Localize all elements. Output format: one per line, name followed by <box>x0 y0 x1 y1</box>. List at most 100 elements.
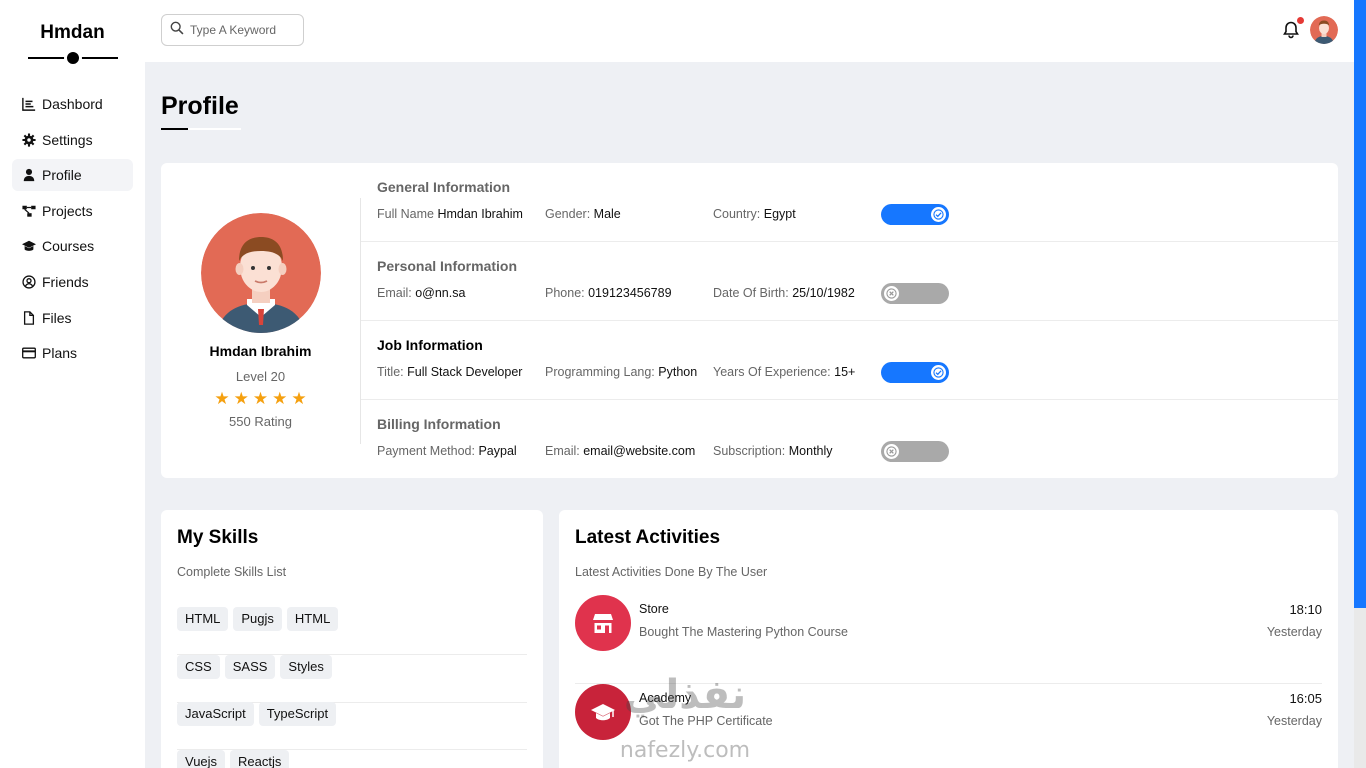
rating-count: 550 Rating <box>229 414 292 429</box>
skills-card: My Skills Complete Skills List HTML Pugj… <box>161 510 543 768</box>
user-icon <box>22 168 36 182</box>
sidebar-item-label: Projects <box>42 202 93 219</box>
activity-title: Store <box>639 602 669 616</box>
activity-day: Yesterday <box>1266 714 1322 728</box>
skill-tag: Reactjs <box>230 750 290 768</box>
skill-row: CSS SASS Styles <box>177 655 527 703</box>
billing-info-section: Billing Information Payment Method: Payp… <box>361 400 1338 479</box>
sidebar: Hmdan Dashbord Settings Profile Projects <box>0 0 145 768</box>
skill-tag: HTML <box>177 607 229 631</box>
star-icon: ★ <box>272 389 288 408</box>
info-field: Years Of Experience: 15+ <box>713 365 856 379</box>
credit-card-icon <box>22 346 36 360</box>
star-icon: ★ <box>291 389 307 408</box>
skill-tag: Vuejs <box>177 750 226 768</box>
search-icon <box>170 21 184 40</box>
section-title: General Information <box>377 179 511 195</box>
activity-title: Academy <box>639 691 692 705</box>
brand-divider <box>27 49 118 67</box>
section-title: Job Information <box>377 337 483 353</box>
user-circle-icon <box>22 275 36 289</box>
gear-icon <box>22 133 36 147</box>
skill-row: HTML Pugjs HTML <box>177 607 527 655</box>
activity-description: Got The PHP Certificate <box>639 714 773 728</box>
sidebar-item-label: Files <box>42 309 72 326</box>
sidebar-item-profile[interactable]: Profile <box>12 159 133 192</box>
info-field: Phone: 019123456789 <box>545 286 672 300</box>
check-icon <box>931 207 946 222</box>
skill-tag: SASS <box>224 655 276 679</box>
sidebar-item-label: Profile <box>42 167 82 184</box>
sidebar-item-label: Plans <box>42 345 78 362</box>
sidebar-item-friends[interactable]: Friends <box>12 266 133 298</box>
sidebar-item-settings[interactable]: Settings <box>12 124 133 156</box>
section-title: Personal Information <box>377 258 518 274</box>
personal-info-toggle[interactable] <box>881 283 949 304</box>
chart-line-icon <box>22 97 36 111</box>
info-field: Subscription: Monthly <box>713 444 833 458</box>
info-field: Gender: Male <box>545 207 621 221</box>
page-title: Profile <box>161 92 239 120</box>
search-box[interactable] <box>161 14 304 46</box>
graduation-cap-icon <box>22 239 36 253</box>
sidebar-item-label: Friends <box>42 273 89 290</box>
star-icon: ★ <box>233 389 249 408</box>
brand-title: Hmdan <box>40 22 105 43</box>
sidebar-item-label: Dashbord <box>42 96 103 112</box>
profile-name: Hmdan Ibrahim <box>209 343 312 359</box>
skill-row: JavaScript TypeScript <box>177 702 527 750</box>
avatar[interactable] <box>1310 16 1338 44</box>
close-icon <box>884 444 899 459</box>
graduation-cap-icon <box>575 684 631 740</box>
card-subtitle: Complete Skills List <box>177 565 287 579</box>
info-field: Country: Egypt <box>713 207 796 221</box>
skill-tag: JavaScript <box>177 702 254 726</box>
scrollbar-thumb[interactable] <box>1354 0 1366 608</box>
job-info-toggle[interactable] <box>881 362 949 383</box>
info-field: Title: Full Stack Developer <box>377 365 523 379</box>
scrollbar[interactable] <box>1354 0 1366 768</box>
info-field: Email: o@nn.sa <box>377 286 466 300</box>
profile-avatar <box>201 213 321 333</box>
billing-info-toggle[interactable] <box>881 441 949 462</box>
skill-tag: Styles <box>280 655 332 679</box>
skill-tag: Pugjs <box>233 607 282 631</box>
general-info-section: General Information Full Name Hmdan Ibra… <box>361 163 1338 242</box>
top-bar <box>145 0 1354 62</box>
sidebar-item-plans[interactable]: Plans <box>12 337 133 369</box>
search-input[interactable] <box>190 23 300 37</box>
info-field: Full Name Hmdan Ibrahim <box>377 207 523 221</box>
job-info-section: Job Information Title: Full Stack Develo… <box>361 321 1338 400</box>
skill-tag: TypeScript <box>258 702 337 726</box>
activity-day: Yesterday <box>1266 625 1322 639</box>
skill-tag: HTML <box>286 607 339 631</box>
info-field: Payment Method: Paypal <box>377 444 517 458</box>
activity-description: Bought The Mastering Python Course <box>639 625 848 639</box>
general-info-toggle[interactable] <box>881 204 949 225</box>
store-icon <box>575 595 631 651</box>
activity-time: 16:05 <box>1289 691 1322 706</box>
section-title: Billing Information <box>377 416 501 432</box>
sidebar-item-dashboard[interactable]: Dashbord <box>12 88 133 120</box>
star-icon: ★ <box>214 389 230 408</box>
activity-time: 18:10 <box>1289 602 1322 617</box>
notification-badge <box>1297 17 1304 24</box>
personal-info-section: Personal Information Email: o@nn.sa Phon… <box>361 242 1338 321</box>
activity-item: Academy Got The PHP Certificate 16:05 Ye… <box>575 684 1322 768</box>
sidebar-item-files[interactable]: Files <box>12 302 133 334</box>
star-icon: ★ <box>252 389 269 408</box>
check-icon <box>931 365 946 380</box>
star-rating: ★ ★ ★ ★ ★ <box>161 390 360 407</box>
skill-tag: CSS <box>177 655 220 679</box>
sidebar-item-label: Courses <box>42 238 95 255</box>
card-title: Latest Activities <box>575 527 721 548</box>
sidebar-item-courses[interactable]: Courses <box>12 230 133 262</box>
close-icon <box>884 286 899 301</box>
info-field: Email: email@website.com <box>545 444 696 458</box>
sidebar-nav: Dashbord Settings Profile Projects Cours… <box>0 88 145 369</box>
skill-row: Vuejs Reactjs <box>177 750 527 768</box>
sidebar-item-label: Settings <box>42 131 93 148</box>
sidebar-item-projects[interactable]: Projects <box>12 195 133 227</box>
info-field: Date Of Birth: 25/10/1982 <box>713 286 855 300</box>
card-subtitle: Latest Activities Done By The User <box>575 565 768 579</box>
